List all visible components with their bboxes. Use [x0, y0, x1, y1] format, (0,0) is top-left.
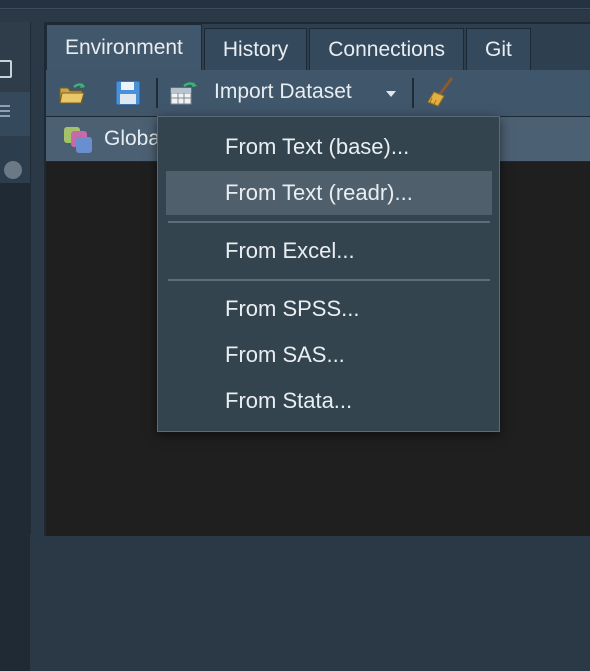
- tab-git[interactable]: Git: [465, 28, 531, 70]
- open-folder-icon[interactable]: [58, 80, 86, 106]
- left-pane: [0, 22, 31, 671]
- tab-connections[interactable]: Connections: [309, 28, 464, 70]
- tab-environment[interactable]: Environment: [46, 24, 202, 70]
- menu-item-from-text-base[interactable]: From Text (base)...: [166, 125, 492, 169]
- environment-stack-icon: [64, 127, 92, 153]
- import-dataset-menu: From Text (base)... From Text (readr)...…: [157, 116, 500, 432]
- broom-icon[interactable]: [426, 76, 456, 108]
- menu-item-from-stata[interactable]: From Stata...: [166, 379, 492, 423]
- import-dataset-button[interactable]: Import Dataset: [214, 80, 352, 104]
- menu-separator: [168, 221, 490, 223]
- top-divider: [0, 8, 590, 9]
- save-icon[interactable]: [114, 80, 142, 106]
- menu-separator: [168, 279, 490, 281]
- toolbar-separator: [156, 78, 158, 108]
- menu-item-from-spss[interactable]: From SPSS...: [166, 287, 492, 331]
- pane-tabs: Environment History Connections Git: [46, 24, 590, 70]
- toolbar-separator: [412, 78, 414, 108]
- maximize-pane-icon[interactable]: [0, 60, 12, 78]
- environment-selector[interactable]: Global: [104, 127, 165, 151]
- menu-item-from-excel[interactable]: From Excel...: [166, 229, 492, 273]
- dropdown-caret-icon[interactable]: [386, 91, 396, 97]
- list-lines-icon[interactable]: [0, 105, 10, 119]
- menu-item-from-sas[interactable]: From SAS...: [166, 333, 492, 377]
- environment-toolbar: Import Dataset: [46, 70, 590, 117]
- left-pane-content: [0, 183, 30, 671]
- tab-history[interactable]: History: [203, 28, 308, 70]
- menu-item-from-text-readr[interactable]: From Text (readr)...: [166, 171, 492, 215]
- table-import-icon[interactable]: [170, 80, 198, 106]
- status-dot-icon: [4, 161, 22, 179]
